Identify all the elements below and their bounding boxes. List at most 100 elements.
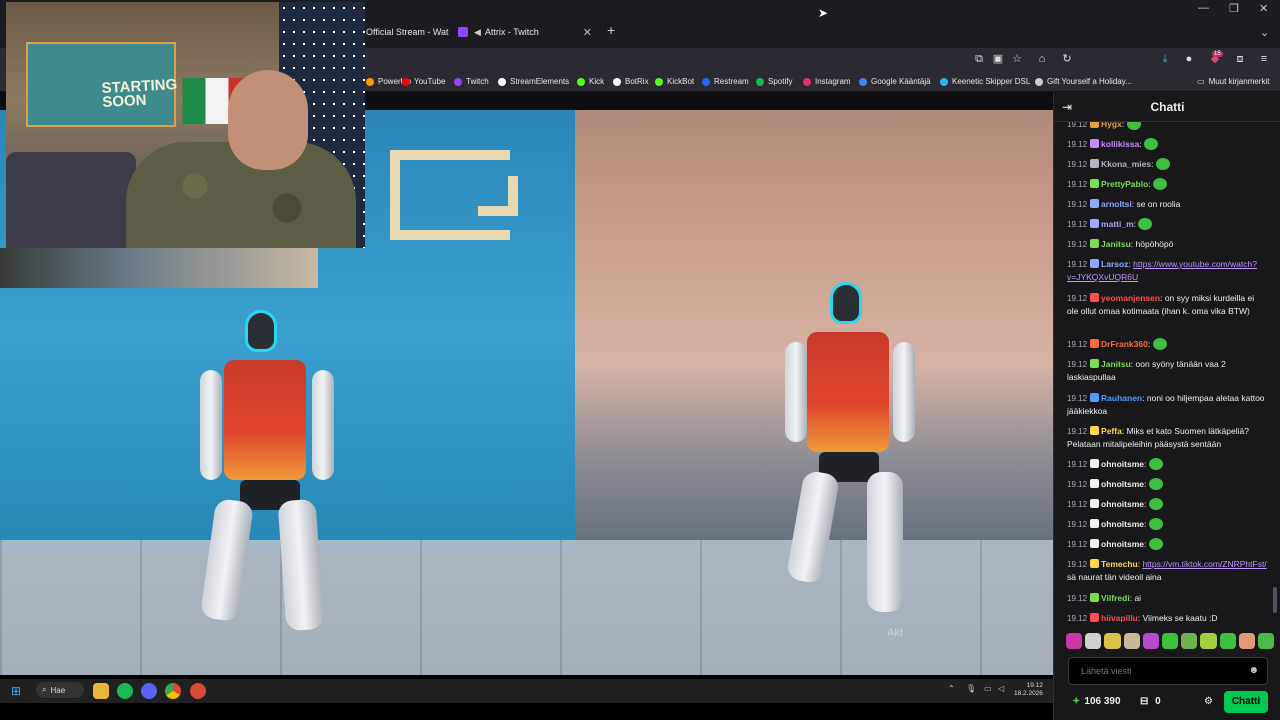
tab-official-stream[interactable]: Official Stream - Wat ✕ (366, 22, 466, 42)
user-badge-icon[interactable] (1090, 139, 1100, 148)
pepe-emote-icon[interactable] (1148, 478, 1163, 490)
pepe-emote-icon[interactable] (1148, 458, 1163, 470)
pepe-emote-icon[interactable] (1155, 158, 1170, 170)
user-badge-icon[interactable] (1090, 219, 1100, 228)
message-link[interactable]: https://vm.tiktok.com/ZNRPhtFst/ (1142, 559, 1266, 569)
send-chat-button[interactable]: Chatti (1224, 691, 1268, 713)
message-username[interactable]: ohnoitsme (1101, 479, 1144, 489)
bookmark-item[interactable]: KickBot (655, 77, 694, 86)
pepe-emote-icon[interactable] (1148, 518, 1163, 530)
emote-icon[interactable] (1123, 633, 1140, 649)
pepe-emote-icon[interactable] (1153, 178, 1168, 190)
emote-picker-icon[interactable]: ☻ (1248, 665, 1259, 676)
close-window-icon[interactable]: ✕ (1259, 2, 1268, 15)
bookmark-star-icon[interactable]: ☆ (1010, 52, 1024, 66)
message-username[interactable]: ohnoitsme (1101, 459, 1144, 469)
message-username[interactable]: Janitsu (1101, 239, 1131, 249)
emote-icon[interactable] (1104, 633, 1121, 649)
new-tab-icon[interactable]: + (607, 22, 615, 38)
file-explorer-icon[interactable] (93, 683, 109, 699)
message-username[interactable]: hiivapillu (1101, 613, 1138, 622)
user-badge-icon[interactable] (1090, 479, 1100, 488)
tab-list-chevron-icon[interactable]: ⌄ (1260, 26, 1269, 39)
bookmark-item[interactable]: Keenetic Skipper DSL (940, 77, 1030, 86)
tab-attrix-twitch[interactable]: ◀ Attrix - Twitch ✕ (458, 22, 592, 42)
bookmark-item[interactable]: Restream (702, 77, 749, 86)
bookmark-item[interactable]: Kick (577, 77, 604, 86)
user-badge-icon[interactable] (1090, 259, 1100, 268)
emote-icon[interactable] (1142, 633, 1159, 649)
extensions-icon[interactable]: ⧈ (1233, 52, 1247, 66)
taskbar-search[interactable]: ⌕ Hae (36, 682, 84, 698)
emote-icon[interactable] (1238, 633, 1255, 649)
message-username[interactable]: Temechu (1101, 559, 1138, 569)
message-username[interactable]: PrettyPablo (1101, 179, 1148, 189)
bookmark-item[interactable]: YouTube (402, 77, 445, 86)
emote-icon[interactable] (1181, 633, 1198, 649)
taskbar-clock[interactable]: 19.12 18.2.2026 (1014, 682, 1043, 698)
user-badge-icon[interactable] (1090, 359, 1100, 368)
pepe-emote-icon[interactable] (1152, 338, 1167, 350)
tray-chevron-icon[interactable]: ⌃ (948, 684, 955, 693)
message-username[interactable]: Janitsu (1101, 359, 1131, 369)
message-username[interactable]: matti_m (1101, 219, 1134, 229)
menu-icon[interactable]: ≡ (1257, 52, 1271, 66)
user-badge-icon[interactable] (1090, 239, 1100, 248)
user-badge-icon[interactable] (1090, 519, 1100, 528)
user-badge-icon[interactable] (1090, 199, 1100, 208)
bookmark-item[interactable]: Instagram (803, 77, 851, 86)
message-username[interactable]: arnoltsi (1101, 199, 1132, 209)
bookmark-item[interactable]: Gift Yourself a Holiday... (1035, 77, 1132, 86)
message-username[interactable]: Hygx (1101, 122, 1122, 129)
mute-icon[interactable]: ◀ (474, 27, 481, 38)
pepe-emote-icon[interactable] (1144, 138, 1159, 150)
reload-icon[interactable]: ↻ (1060, 52, 1074, 66)
chat-input-field[interactable] (1069, 658, 1239, 684)
emote-bar[interactable] (1066, 633, 1275, 651)
bookmark-item[interactable]: Twitch (454, 77, 489, 86)
bookmark-item[interactable]: BotRix (613, 77, 649, 86)
emote-icon[interactable] (1219, 633, 1236, 649)
picture-in-picture-icon[interactable]: ▣ (991, 52, 1005, 66)
user-badge-icon[interactable] (1090, 159, 1100, 168)
chat-message-input[interactable]: ☻ (1068, 657, 1268, 685)
emote-icon[interactable] (1085, 633, 1102, 649)
user-badge-icon[interactable] (1090, 593, 1100, 602)
user-badge-icon[interactable] (1090, 179, 1100, 188)
restore-icon[interactable]: ❐ (1229, 2, 1239, 15)
emote-icon[interactable] (1257, 633, 1275, 649)
user-badge-icon[interactable] (1090, 559, 1100, 568)
user-badge-icon[interactable] (1090, 539, 1100, 548)
bookmark-item[interactable]: Google Kääntäjä (859, 77, 931, 86)
message-username[interactable]: kollikissa (1101, 139, 1139, 149)
pepe-emote-icon[interactable] (1148, 538, 1163, 550)
home-icon[interactable]: ⌂ (1035, 52, 1049, 66)
user-badge-icon[interactable] (1090, 499, 1100, 508)
chat-messages[interactable]: 19.12 Hygx: 19.12 kollikissa: 19.12 Kkona_m… (1054, 122, 1280, 622)
pepe-emote-icon[interactable] (1148, 498, 1163, 510)
message-username[interactable]: Larsoz (1101, 259, 1128, 269)
discord-icon[interactable] (141, 683, 157, 699)
user-badge-icon[interactable] (1090, 459, 1100, 468)
message-username[interactable]: Rauhanen (1101, 393, 1142, 403)
message-username[interactable]: Vilfredi (1101, 593, 1130, 603)
message-username[interactable]: Kkona_mies (1101, 159, 1151, 169)
bookmark-item[interactable]: Spotify (756, 77, 792, 86)
close-tab-icon[interactable]: ✕ (583, 26, 592, 39)
message-username[interactable]: DrFrank360 (1101, 339, 1148, 349)
microphone-icon[interactable]: 🎙 (966, 684, 976, 693)
user-badge-icon[interactable] (1090, 122, 1100, 128)
volume-icon[interactable]: ◁ (998, 684, 1004, 693)
minimize-icon[interactable]: — (1198, 2, 1209, 14)
emote-icon[interactable] (1200, 633, 1217, 649)
spotify-icon[interactable] (117, 683, 133, 699)
gift-subs[interactable]: ⊟ 0 (1140, 696, 1161, 707)
user-badge-icon[interactable] (1090, 293, 1100, 302)
chrome-icon[interactable] (165, 683, 181, 699)
chat-settings-gear-icon[interactable]: ⚙ (1204, 696, 1213, 707)
emote-icon[interactable] (1066, 633, 1083, 649)
download-icon[interactable]: ⤓ (1158, 52, 1172, 66)
user-badge-icon[interactable] (1090, 613, 1100, 622)
network-icon[interactable]: ▭ (984, 684, 992, 693)
message-username[interactable]: ohnoitsme (1101, 499, 1144, 509)
